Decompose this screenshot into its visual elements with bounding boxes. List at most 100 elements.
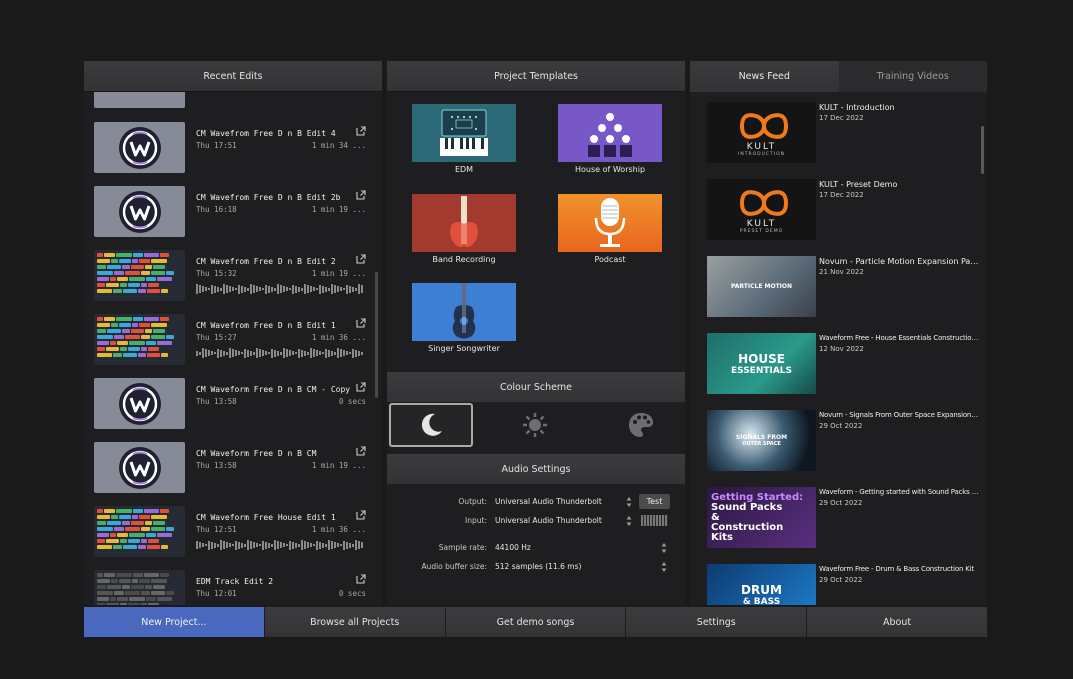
project-thumbnail[interactable] (94, 314, 185, 365)
buffer-size-stepper-icon[interactable] (661, 561, 667, 573)
news-thumbnail[interactable]: DRUM & BASS (707, 564, 816, 605)
open-external-icon[interactable] (356, 190, 366, 200)
news-list[interactable]: KULT INTRODUCTION KULT - Introduction 17 De… (690, 92, 987, 605)
output-select[interactable]: Universal Audio Thunderbolt (495, 497, 602, 506)
acoustic-guitar-icon (412, 283, 516, 341)
waveform-logo-icon (118, 382, 161, 425)
edit-title: CM Wavefrom Free D n B Edit 4 (196, 129, 336, 138)
project-thumbnail[interactable] (94, 506, 185, 557)
news-item[interactable]: DRUM & BASS Waveform Free - Drum & Bass Co… (690, 564, 987, 605)
test-button[interactable]: Test (639, 494, 670, 509)
news-item[interactable]: SIGNALS FROM OUTER SPACE Novum - Signals F… (690, 410, 987, 480)
news-item[interactable]: HOUSE ESSENTIALS Waveform Free - House Ess… (690, 333, 987, 403)
edit-duration: 1 min 19 ... (311, 205, 366, 214)
custom-scheme-button[interactable] (599, 403, 683, 447)
template-podcast[interactable]: Podcast (558, 194, 662, 264)
project-thumbnail[interactable] (94, 378, 185, 429)
edit-date: Thu 16:18 (196, 205, 237, 214)
colour-scheme-header: Colour Scheme (387, 372, 685, 402)
audio-waveform (196, 284, 366, 294)
waveform-logo-icon (118, 126, 161, 169)
edit-duration: 0 secs (338, 397, 366, 406)
recent-edit-item[interactable]: CM Wavefrom Free D n B Edit 2 Thu 15:32 1 … (84, 250, 382, 310)
news-thumb-title: KULT (746, 142, 777, 152)
recent-edits-panel: Recent Edits CM Wavefrom Free D n B Edit… (84, 61, 382, 605)
dark-scheme-button[interactable] (389, 403, 473, 447)
news-thumbnail[interactable]: Getting Started: Sound Packs & Constructi… (707, 487, 816, 548)
edit-title: CM Waveform Free D n B CM - Copy (196, 385, 351, 394)
news-thumb-subtitle: Sound Packs & Construction Kits (711, 502, 784, 543)
recent-edit-item[interactable]: CM Wavefrom Free D n B Edit 1 Thu 15:27 1 … (84, 314, 382, 374)
open-external-icon[interactable] (356, 446, 366, 456)
news-panel: News Feed Training Videos KULT INTRODUCTI… (690, 61, 987, 605)
recent-edit-item[interactable]: CM Wavefrom Free D n B Edit 4 Thu 17:51 1 … (84, 122, 382, 182)
news-thumb-subtitle: OUTER SPACE (742, 441, 781, 447)
news-thumbnail[interactable]: PARTICLE MOTION (707, 256, 816, 317)
tab-training-videos[interactable]: Training Videos (838, 61, 987, 92)
open-external-icon[interactable] (356, 318, 366, 328)
new-project-button[interactable]: New Project... (84, 607, 265, 637)
get-demo-songs-button[interactable]: Get demo songs (445, 607, 627, 637)
input-stepper-icon[interactable] (626, 515, 632, 527)
recent-edit-item[interactable]: CM Waveform Free D n B CM - Copy Thu 13:5… (84, 378, 382, 438)
news-thumb-subtitle: & BASS (742, 596, 781, 606)
news-scrollbar[interactable] (981, 126, 984, 174)
input-label: Input: (465, 516, 487, 525)
open-external-icon[interactable] (356, 126, 366, 136)
browse-all-projects-button[interactable]: Browse all Projects (264, 607, 446, 637)
news-thumbnail[interactable]: SIGNALS FROM OUTER SPACE (707, 410, 816, 471)
news-thumb-title: SIGNALS FROM (735, 434, 788, 441)
news-item[interactable]: PARTICLE MOTION Novum - Particle Motion E… (690, 256, 987, 326)
input-select[interactable]: Universal Audio Thunderbolt (495, 516, 602, 525)
settings-button[interactable]: Settings (626, 607, 808, 637)
template-house-of-worship[interactable]: House of Worship (558, 104, 662, 174)
news-tabs: News Feed Training Videos (690, 61, 987, 92)
template-edm[interactable]: EDM (412, 104, 516, 174)
sample-rate-stepper-icon[interactable] (661, 542, 667, 554)
template-band-recording[interactable]: Band Recording (412, 194, 516, 264)
news-thumb-subtitle: PRESET DEMO (739, 229, 784, 234)
news-item[interactable]: KULT INTRODUCTION KULT - Introduction 17 De… (690, 102, 987, 172)
output-stepper-icon[interactable] (626, 496, 632, 508)
project-templates-header: Project Templates (387, 61, 685, 92)
audio-waveform (196, 540, 366, 550)
news-item[interactable]: Getting Started: Sound Packs & Constructi… (690, 487, 987, 557)
project-thumbnail[interactable] (94, 186, 185, 237)
template-singer-songwriter[interactable]: Singer Songwriter (412, 283, 516, 353)
recent-edit-item[interactable]: CM Wavefrom Free D n B Edit 2b Thu 16:18 1… (84, 186, 382, 246)
project-thumbnail[interactable] (94, 442, 185, 493)
edit-title: CM Waveform Free House Edit 1 (196, 513, 336, 522)
edit-date: Thu 12:51 (196, 525, 237, 534)
edit-date: Thu 13:58 (196, 397, 237, 406)
recent-edits-list[interactable]: CM Wavefrom Free D n B Edit 4 Thu 17:51 1 … (84, 92, 382, 605)
news-thumbnail[interactable]: KULT PRESET DEMO (707, 179, 816, 240)
project-thumbnail[interactable] (94, 122, 185, 173)
edit-thumbnail-partial[interactable] (94, 92, 185, 108)
recent-edit-item[interactable]: EDM Track Edit 2 Thu 12:01 0 secs (84, 570, 382, 605)
news-thumbnail[interactable]: KULT INTRODUCTION (707, 102, 816, 163)
recent-edit-item[interactable]: CM Waveform Free House Edit 1 Thu 12:51 1 … (84, 506, 382, 566)
buffer-size-row: Audio buffer size: 512 samples (11.6 ms) (387, 559, 685, 575)
edit-date: Thu 12:01 (196, 589, 237, 598)
recent-edit-item[interactable]: CM Waveform Free D n B CM Thu 13:58 1 min … (84, 442, 382, 502)
news-title: Waveform Free - House Essentials Constru… (819, 334, 979, 342)
news-thumbnail[interactable]: HOUSE ESSENTIALS (707, 333, 816, 394)
news-title: KULT - Preset Demo (819, 180, 898, 189)
open-external-icon[interactable] (356, 254, 366, 264)
tab-news-feed[interactable]: News Feed (690, 61, 839, 92)
buffer-size-select[interactable]: 512 samples (11.6 ms) (495, 562, 581, 571)
open-external-icon[interactable] (356, 382, 366, 392)
open-external-icon[interactable] (356, 574, 366, 584)
sample-rate-select[interactable]: 44100 Hz (495, 543, 531, 552)
news-item[interactable]: KULT PRESET DEMO KULT - Preset Demo 17 Dec … (690, 179, 987, 249)
project-thumbnail[interactable] (94, 250, 185, 301)
recent-edits-scrollbar[interactable] (375, 272, 378, 398)
open-external-icon[interactable] (356, 510, 366, 520)
edm-keyboard-icon (412, 104, 516, 162)
project-thumbnail[interactable] (94, 570, 185, 605)
sun-icon (523, 413, 547, 437)
template-label: Band Recording (432, 255, 496, 264)
output-label: Output: (458, 497, 487, 506)
light-scheme-button[interactable] (493, 403, 577, 447)
about-button[interactable]: About (807, 607, 987, 637)
